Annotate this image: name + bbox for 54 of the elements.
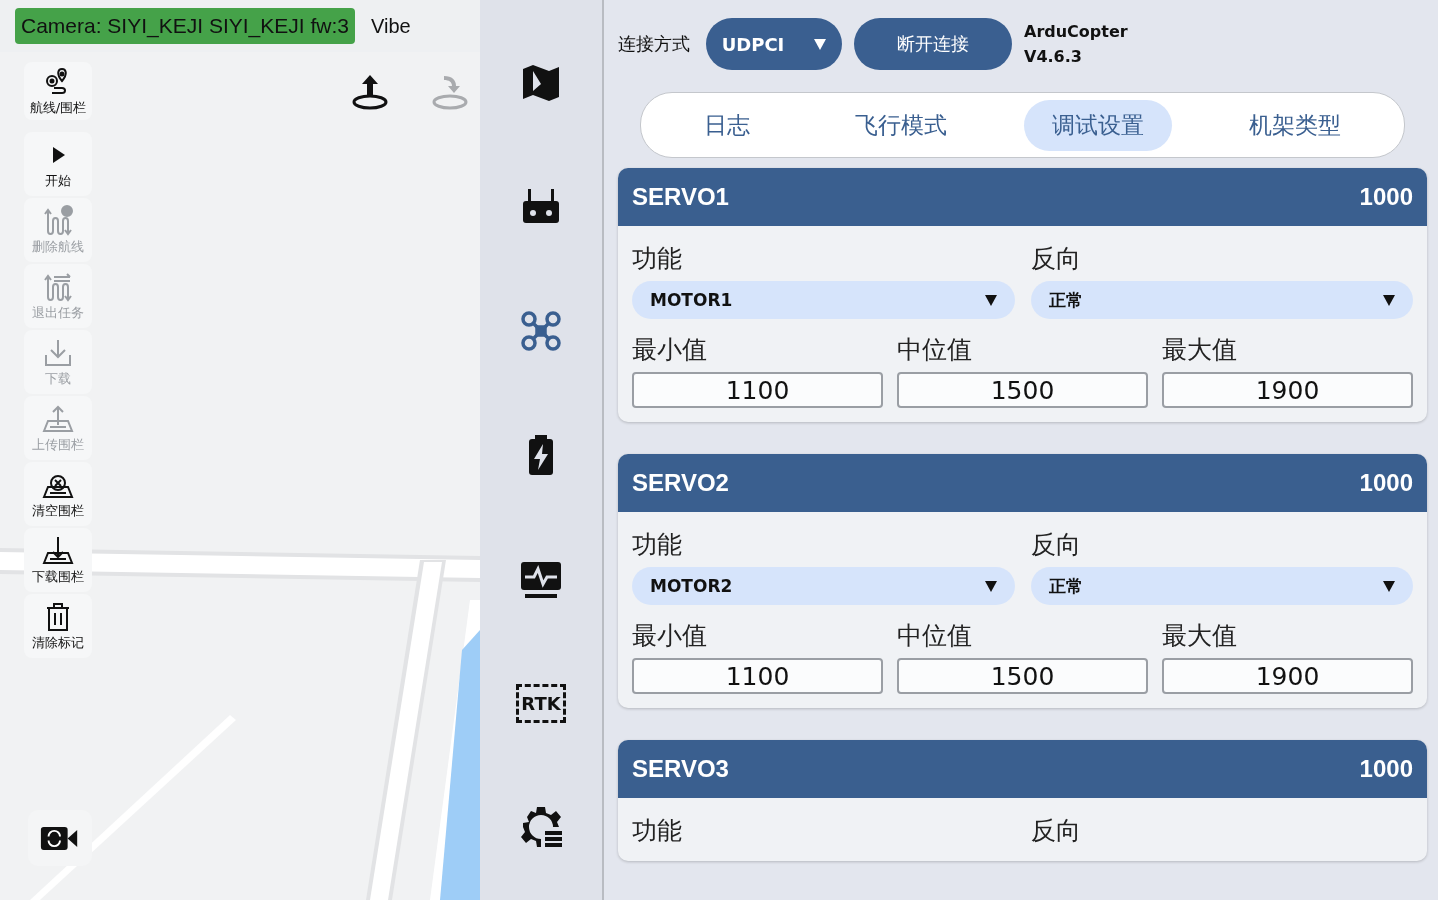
field-label: 中位值: [897, 620, 973, 652]
field-label: 反向: [1030, 529, 1082, 561]
caret-icon: [1383, 294, 1395, 306]
field-label: 功能: [632, 815, 683, 847]
caret-icon: [984, 580, 997, 592]
field-label: 最大值: [1162, 620, 1238, 652]
toolbar-button[interactable]: 航线/围栏: [24, 62, 92, 120]
nav-icon: [519, 309, 563, 353]
reverse-dropdown[interactable]: 正常: [1030, 281, 1413, 319]
field-label: 中位值: [897, 334, 973, 366]
connection-label: 连接方式: [618, 32, 690, 56]
servo-value: 1000: [1359, 183, 1413, 211]
field-label: 最小值: [632, 620, 708, 652]
field-label: 功能: [632, 243, 683, 275]
min-input[interactable]: 1100: [632, 372, 883, 408]
mid-input[interactable]: 1500: [897, 372, 1148, 408]
servo-value: 1000: [1359, 755, 1413, 783]
camera-status-badge: Camera: SIYI_KEJI SIYI_KEJI fw:3: [15, 8, 355, 44]
firmware-text: ArduCopter: [1024, 22, 1128, 41]
disconnect-button[interactable]: 断开连接: [854, 18, 1012, 70]
tab[interactable]: 机架类型: [1221, 99, 1370, 151]
function-dropdown[interactable]: MOTOR2: [632, 567, 1015, 605]
toolbar-button[interactable]: 清除标记: [24, 594, 92, 658]
vibe-label: Vibe: [370, 14, 411, 38]
field-label: 功能: [632, 529, 683, 561]
servo-value: 1000: [1359, 469, 1413, 497]
field-label: 最大值: [1162, 334, 1238, 366]
function-dropdown[interactable]: MOTOR1: [632, 281, 1015, 319]
reverse-dropdown[interactable]: 正常: [1030, 567, 1413, 605]
nav-button[interactable]: [518, 804, 564, 850]
toolbar-button[interactable]: 清空围栏: [24, 462, 92, 526]
toolbar-icon: [42, 271, 74, 304]
toolbar-icon: [42, 205, 74, 238]
caret-icon: [1383, 580, 1395, 592]
tab[interactable]: 飞行模式: [826, 99, 975, 151]
firmware-text: V4.6.3: [1024, 47, 1083, 66]
mid-input[interactable]: 1500: [897, 658, 1148, 694]
toolbar-button[interactable]: 开始: [24, 132, 92, 196]
caret-icon: [814, 38, 827, 50]
max-input[interactable]: 1900: [1162, 658, 1413, 694]
min-input[interactable]: 1100: [632, 658, 883, 694]
nav-icon: [519, 805, 563, 849]
servo-name: SERVO1: [632, 183, 729, 211]
field-label: 反向: [1030, 815, 1082, 847]
toolbar-button[interactable]: 下载围栏: [24, 528, 92, 592]
servo-name: SERVO3: [632, 755, 729, 783]
max-input[interactable]: 1900: [1162, 372, 1413, 408]
tab[interactable]: 日志: [675, 99, 778, 151]
tab[interactable]: 调试设置: [1024, 99, 1173, 151]
servo-name: SERVO2: [632, 469, 729, 497]
caret-icon: [984, 294, 997, 306]
connection-dropdown[interactable]: UDPCI: [706, 18, 842, 70]
field-label: 最小值: [632, 334, 708, 366]
field-label: 反向: [1030, 243, 1082, 275]
